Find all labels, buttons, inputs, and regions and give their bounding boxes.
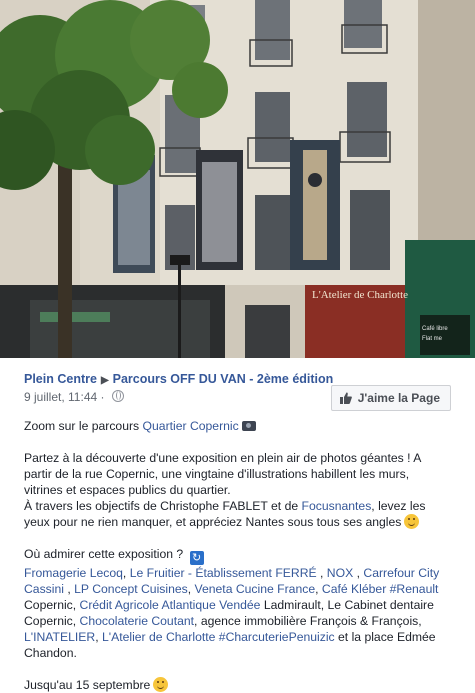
location-text: , agence immobilière François & François… <box>194 614 422 628</box>
zoom-text: Zoom sur le parcours <box>24 419 143 433</box>
link-chocolaterie-coutant[interactable]: Chocolaterie Coutant <box>80 614 195 628</box>
link-nox[interactable]: NOX <box>327 566 353 580</box>
link-inatelier[interactable]: L'INATELIER <box>24 630 95 644</box>
building-photo: L'Atelier de Charlotte Café libre Flat m… <box>0 0 475 358</box>
hashtag-charcuterie-penuizic[interactable]: #CharcuteriePenuizic <box>219 630 335 644</box>
separator: , <box>316 566 327 580</box>
post-body: Zoom sur le parcours Quartier Copernic P… <box>24 418 451 693</box>
wink-icon <box>153 677 169 692</box>
hashtag-renault[interactable]: #Renault <box>390 582 439 596</box>
play-icon: ▶ <box>100 375 109 386</box>
separator: , <box>95 630 102 644</box>
shop-sign-text: L'Atelier de Charlotte <box>312 289 408 301</box>
event-name-link[interactable]: Parcours OFF DU VAN - 2ème édition <box>113 372 334 386</box>
focusnantes-link[interactable]: Focusnantes <box>302 499 372 513</box>
arrows-icon: ↻ <box>189 551 204 565</box>
camera-icon <box>241 421 256 431</box>
link-atelier-charlotte[interactable]: L'Atelier de Charlotte <box>102 630 215 644</box>
post-title: Plein Centre ▶ Parcours OFF DU VAN - 2ème … <box>24 372 333 386</box>
facebook-post: L'Atelier de Charlotte Café libre Flat m… <box>0 0 475 692</box>
separator: , <box>353 566 364 580</box>
post-header: Plein Centre ▶ Parcours OFF DU VAN - 2ème … <box>24 358 451 418</box>
separator: , <box>122 566 130 580</box>
post-meta: 9 juillet, 11:44 · <box>24 390 124 404</box>
objectifs-text: À travers les objectifs de Christophe FA… <box>24 499 302 513</box>
description-text: Partez à la découverte d'une exposition … <box>24 451 421 497</box>
link-fromagerie-lecoq[interactable]: Fromagerie Lecoq <box>24 566 123 580</box>
paragraph-zoom: Zoom sur le parcours Quartier Copernic <box>24 418 451 434</box>
like-button-label: J'aime la Page <box>357 391 440 405</box>
quartier-copernic-link[interactable]: Quartier Copernic <box>143 419 239 433</box>
post-date[interactable]: 9 juillet, 11:44 <box>24 390 97 404</box>
link-cafe-kleber[interactable]: Café Kléber <box>322 582 386 596</box>
paragraph-locations: Où admirer cette exposition ? ↻ Fromageri… <box>24 546 451 661</box>
post-content: Plein Centre ▶ Parcours OFF DU VAN - 2ème … <box>0 358 475 692</box>
paragraph-end-date: Jusqu'au 15 septembre <box>24 677 451 693</box>
link-veneta-cucine[interactable]: Veneta Cucine France <box>195 582 316 596</box>
side-sign-text-1: Café libre <box>422 326 448 332</box>
link-credit-agricole[interactable]: Crédit Agricole Atlantique Vendée <box>80 598 261 612</box>
post-photo[interactable]: L'Atelier de Charlotte Café libre Flat m… <box>0 0 475 358</box>
globe-icon[interactable] <box>111 390 124 402</box>
smile-icon <box>404 514 420 529</box>
separator: , <box>63 582 75 596</box>
end-date-text: Jusqu'au 15 septembre <box>24 678 151 692</box>
thumb-up-icon <box>339 392 352 404</box>
like-page-button[interactable]: J'aime la Page <box>330 385 451 411</box>
page-name-link[interactable]: Plein Centre <box>24 372 97 386</box>
location-text: Copernic, <box>24 598 80 612</box>
side-sign-text-2: Flat me <box>422 336 443 342</box>
link-lp-concept[interactable]: LP Concept Cuisines <box>74 582 188 596</box>
question-text: Où admirer cette exposition ? <box>24 547 184 561</box>
separator: , <box>187 582 195 596</box>
separator: , <box>315 582 322 596</box>
paragraph-description: Partez à la découverte d'une exposition … <box>24 450 451 530</box>
link-le-fruitier[interactable]: Le Fruitier - Établissement FERRÉ <box>130 566 317 580</box>
